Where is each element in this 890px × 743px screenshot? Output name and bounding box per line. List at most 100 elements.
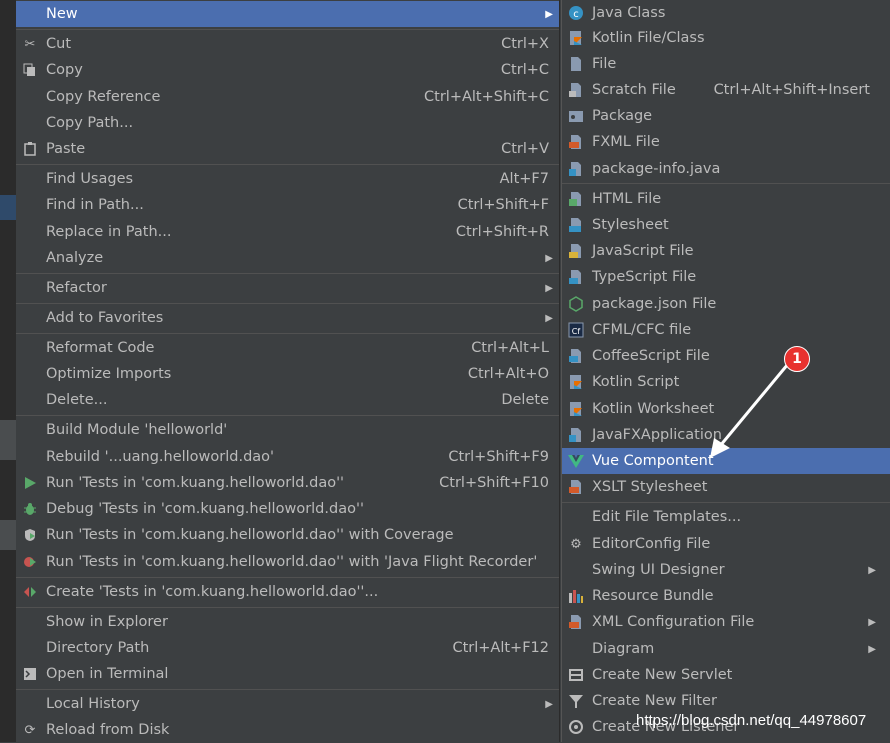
menu-item-optimize-imports[interactable]: Optimize Imports Ctrl+Alt+O [16, 361, 559, 387]
run-icon [22, 475, 38, 491]
test-arrows-icon [22, 584, 38, 600]
listener-icon [568, 719, 584, 735]
submenu-item-create-new-servlet[interactable]: Create New Servlet [562, 662, 890, 688]
java-class-icon: c [568, 5, 584, 21]
submenu-item-editorconfig-file[interactable]: ⚙ EditorConfig File [562, 531, 890, 557]
submenu-item-diagram[interactable]: Diagram ▶ [562, 636, 890, 662]
scissors-icon: ✂ [24, 36, 36, 52]
submenu-item-label: File [592, 56, 617, 72]
submenu-item-java-class[interactable]: c Java Class [562, 0, 890, 26]
menu-item-label: Run 'Tests in 'com.kuang.helloworld.dao'… [46, 554, 538, 570]
menu-item-analyze[interactable]: Analyze ▶ [16, 245, 559, 271]
menu-item-cut[interactable]: ✂ Cut Ctrl+X [16, 31, 559, 57]
menu-item-debug-tests[interactable]: Debug 'Tests in 'com.kuang.helloworld.da… [16, 496, 559, 522]
debug-bug-icon [22, 501, 38, 517]
coffeescript-icon [568, 348, 584, 364]
terminal-icon [22, 666, 38, 682]
menu-item-new[interactable]: New ▶ [16, 1, 559, 27]
shortcut: Ctrl+Alt+O [467, 366, 549, 382]
menu-item-refactor[interactable]: Refactor ▶ [16, 275, 559, 301]
shortcut: Ctrl+Alt+F12 [452, 640, 549, 656]
submenu-item-label: TypeScript File [592, 269, 697, 285]
menu-item-local-history[interactable]: Local History ▶ [16, 691, 559, 717]
submenu-item-swing-ui-designer[interactable]: Swing UI Designer ▶ [562, 557, 890, 583]
shortcut: Ctrl+X [501, 36, 549, 52]
menu-item-add-to-favorites[interactable]: Add to Favorites ▶ [16, 305, 559, 331]
menu-item-build-module[interactable]: Build Module 'helloworld' [16, 417, 559, 443]
submenu-item-package-info[interactable]: package-info.java [562, 156, 890, 182]
submenu-arrow-icon: ▶ [545, 252, 553, 264]
shortcut: Delete [501, 392, 549, 408]
menu-item-open-in-terminal[interactable]: Open in Terminal [16, 661, 559, 687]
kotlin-worksheet-icon [568, 401, 584, 417]
scratch-file-icon [568, 82, 584, 98]
menu-item-label: Add to Favorites [46, 310, 164, 326]
menu-item-rebuild[interactable]: Rebuild '...uang.helloworld.dao' Ctrl+Sh… [16, 444, 559, 470]
submenu-arrow-icon: ▶ [545, 698, 553, 710]
submenu-item-scratch-file[interactable]: Scratch File Ctrl+Alt+Shift+Insert [562, 77, 890, 103]
menu-item-label: Copy [46, 62, 83, 78]
submenu-item-cfml-file[interactable]: Cf CFML/CFC file [562, 317, 890, 343]
separator [16, 333, 559, 334]
menu-item-run-coverage[interactable]: Run 'Tests in 'com.kuang.helloworld.dao'… [16, 522, 559, 548]
menu-item-find-usages[interactable]: Find Usages Alt+F7 [16, 166, 559, 192]
submenu-item-create-new-filter[interactable]: Create New Filter [562, 688, 890, 714]
vue-icon [568, 453, 584, 469]
submenu-item-label: Diagram [592, 641, 655, 657]
submenu-item-xslt-stylesheet[interactable]: XSLT Stylesheet [562, 474, 890, 500]
shortcut: Ctrl+Shift+R [455, 224, 549, 240]
submenu-item-fxml-file[interactable]: FXML File [562, 129, 890, 155]
submenu-arrow-icon: ▶ [868, 616, 876, 628]
menu-item-paste[interactable]: Paste Ctrl+V [16, 136, 559, 162]
resource-bundle-icon [568, 588, 584, 604]
kotlin-script-icon [568, 374, 584, 390]
menu-item-copy-path[interactable]: Copy Path... [16, 110, 559, 136]
menu-item-reformat-code[interactable]: Reformat Code Ctrl+Alt+L [16, 335, 559, 361]
menu-item-copy[interactable]: Copy Ctrl+C [16, 57, 559, 83]
xml-file-icon [568, 614, 584, 630]
menu-item-label: Run 'Tests in 'com.kuang.helloworld.dao'… [46, 475, 345, 491]
shortcut: Alt+F7 [499, 171, 549, 187]
menu-item-reload-from-disk[interactable]: ⟳ Reload from Disk [16, 717, 559, 743]
shortcut: Ctrl+Shift+F10 [439, 475, 549, 491]
submenu-item-file[interactable]: File [562, 51, 890, 77]
separator [16, 415, 559, 416]
menu-item-show-in-explorer[interactable]: Show in Explorer [16, 609, 559, 635]
context-menu: New ▶ ✂ Cut Ctrl+X Copy Ctrl+C Copy Refe… [16, 0, 560, 742]
menu-item-run-tests[interactable]: Run 'Tests in 'com.kuang.helloworld.dao'… [16, 470, 559, 496]
servlet-icon [568, 667, 584, 683]
menu-item-find-in-path[interactable]: Find in Path... Ctrl+Shift+F [16, 192, 559, 218]
shortcut: Ctrl+Alt+Shift+C [424, 89, 549, 105]
menu-item-create-tests[interactable]: Create 'Tests in 'com.kuang.helloworld.d… [16, 579, 559, 605]
submenu-arrow-icon: ▶ [545, 312, 553, 324]
submenu-item-xml-configuration-file[interactable]: XML Configuration File ▶ [562, 609, 890, 635]
submenu-item-kotlin-file[interactable]: Kotlin File/Class [562, 25, 890, 51]
submenu-item-resource-bundle[interactable]: Resource Bundle [562, 583, 890, 609]
submenu-item-stylesheet[interactable]: Stylesheet [562, 212, 890, 238]
menu-item-copy-reference[interactable]: Copy Reference Ctrl+Alt+Shift+C [16, 84, 559, 110]
java-file-icon [568, 161, 584, 177]
submenu-item-label: Vue Compontent [592, 453, 714, 469]
menu-item-label: Paste [46, 141, 86, 157]
menu-item-label: Copy Path... [46, 115, 134, 131]
menu-item-label: Replace in Path... [46, 224, 172, 240]
gear-icon: ⚙ [570, 536, 582, 552]
submenu-item-label: FXML File [592, 134, 660, 150]
submenu-item-label: Edit File Templates... [592, 509, 742, 525]
separator [16, 689, 559, 690]
submenu-item-html-file[interactable]: HTML File [562, 186, 890, 212]
separator [562, 502, 890, 503]
menu-item-directory-path[interactable]: Directory Path Ctrl+Alt+F12 [16, 635, 559, 661]
menu-item-run-jfr[interactable]: Run 'Tests in 'com.kuang.helloworld.dao'… [16, 549, 559, 575]
menu-item-replace-in-path[interactable]: Replace in Path... Ctrl+Shift+R [16, 219, 559, 245]
submenu-item-typescript-file[interactable]: TypeScript File [562, 264, 890, 290]
html-file-icon [568, 191, 584, 207]
submenu-item-package-json[interactable]: package.json File [562, 291, 890, 317]
menu-item-label: Copy Reference [46, 89, 161, 105]
reload-icon: ⟳ [24, 722, 36, 738]
annotation-badge: 1 [784, 346, 810, 372]
submenu-item-javascript-file[interactable]: JavaScript File [562, 238, 890, 264]
menu-item-delete[interactable]: Delete... Delete [16, 387, 559, 413]
submenu-item-edit-file-templates[interactable]: Edit File Templates... [562, 504, 890, 530]
submenu-item-package[interactable]: Package [562, 103, 890, 129]
